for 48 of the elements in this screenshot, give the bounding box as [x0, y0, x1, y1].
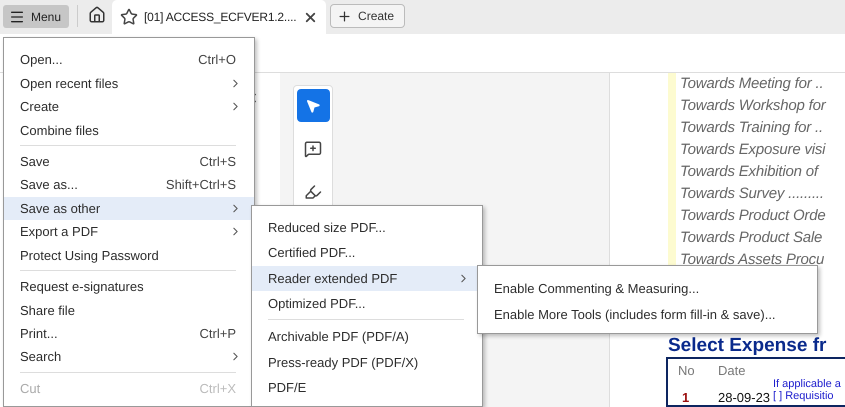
menu-item[interactable]: PDF/E — [252, 374, 482, 400]
document-text: Towards Meeting for .. — [680, 74, 824, 94]
column-header: Date — [718, 363, 746, 378]
comment-icon — [304, 140, 322, 158]
tool-button[interactable] — [296, 89, 330, 122]
star-icon[interactable] — [120, 8, 138, 26]
document-text: Towards Training for .. — [680, 118, 824, 138]
column-header: No — [678, 363, 696, 378]
table-cell-text: [ ] Requisitio — [773, 390, 835, 404]
home-button[interactable] — [88, 6, 106, 24]
menu-item[interactable]: Reduced size PDF... — [252, 215, 482, 240]
menu-item[interactable]: Save Ctrl+S — [4, 150, 254, 174]
menu-item[interactable]: Export a PDF — [4, 220, 254, 244]
menu-item[interactable]: Print... Ctrl+P — [4, 322, 254, 346]
menu-item[interactable]: Press-ready PDF (PDF/X) — [252, 349, 482, 375]
document-heading: Select Expense fr — [668, 335, 828, 357]
document-text: Towards Survey ......... — [680, 184, 825, 204]
menu-icon — [9, 8, 25, 24]
document-text: Towards Assets Procu — [680, 250, 826, 270]
menu-item[interactable]: Share file — [4, 298, 254, 322]
menu-item[interactable]: Combine files — [4, 118, 254, 142]
document-tab[interactable]: [01] ACCESS_ECFVER1.2.... — [112, 0, 326, 34]
table-cell-text: 28-09-23 — [718, 390, 772, 405]
home-icon — [88, 6, 106, 24]
pointer-icon — [305, 98, 321, 114]
plus-icon — [337, 8, 352, 24]
create-button[interactable]: Create — [330, 4, 406, 28]
highlighter-icon — [304, 182, 322, 200]
menu-item[interactable]: Open... Ctrl+O — [4, 48, 254, 72]
document-text: Towards Workshop for — [680, 96, 828, 116]
document-text: Towards Product Orde — [680, 206, 827, 226]
document-text: Towards Product Sale — [680, 228, 824, 248]
menu-button[interactable]: Menu — [3, 5, 70, 28]
menu-item[interactable]: Certified PDF... — [252, 240, 482, 266]
menu-item[interactable]: Request e-signatures — [4, 274, 254, 298]
menu-item[interactable]: Search — [4, 345, 254, 369]
menu-item[interactable]: Create — [4, 94, 254, 118]
menu-item[interactable]: Save as... Shift+Ctrl+S — [4, 173, 254, 197]
table-cell-text: 1 — [681, 390, 690, 405]
table-note: If applicable a — [773, 378, 842, 390]
document-text: Towards Exposure visi — [680, 140, 827, 160]
document-text: Towards Exhibition of — [680, 162, 820, 182]
menu-item[interactable]: Save as other — [4, 196, 254, 220]
tab-title: [01] ACCESS_ECFVER1.2.... — [144, 10, 298, 24]
menu-item[interactable]: Open recent files — [4, 71, 254, 95]
menu-item[interactable]: Enable More Tools (includes form fill-in & save)... — [478, 301, 817, 327]
menu-item[interactable]: Protect Using Password — [4, 244, 254, 267]
menu-item[interactable]: Archivable PDF (PDF/A) — [252, 324, 482, 350]
